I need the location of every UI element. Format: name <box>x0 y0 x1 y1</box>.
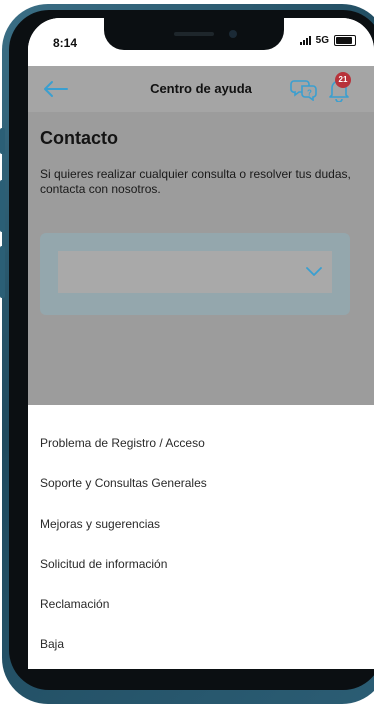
option-soporte[interactable]: Soporte y Consultas Generales <box>40 476 207 490</box>
notch <box>104 18 284 50</box>
option-baja[interactable]: Baja <box>40 637 64 651</box>
chevron-down-icon <box>306 267 322 276</box>
side-button <box>0 128 5 154</box>
status-time: 8:14 <box>53 36 78 50</box>
topic-select[interactable] <box>58 251 332 293</box>
battery-icon <box>334 35 356 46</box>
option-mejoras[interactable]: Mejoras y sugerencias <box>40 517 160 531</box>
status-indicators: 5G <box>299 35 356 46</box>
screen: 8:14 5G Centro de ayuda ? 21 Contacto Si… <box>28 18 374 669</box>
option-reclamacion[interactable]: Reclamación <box>40 597 109 611</box>
speaker <box>174 32 214 36</box>
option-registro-acceso[interactable]: Problema de Registro / Acceso <box>40 436 205 450</box>
camera <box>229 30 237 38</box>
option-informacion[interactable]: Solicitud de información <box>40 557 167 571</box>
chat-help-icon[interactable]: ? <box>290 77 318 101</box>
notification-badge: 21 <box>335 72 351 88</box>
section-heading: Contacto <box>40 128 118 148</box>
signal-icon <box>299 36 311 45</box>
side-button <box>0 246 5 298</box>
contact-section: Contacto Si quieres realizar cualquier c… <box>28 112 374 405</box>
page-title: Centro de ayuda <box>150 81 252 96</box>
svg-text:?: ? <box>307 89 312 98</box>
status-bar: 8:14 5G <box>28 18 374 66</box>
select-container <box>40 233 350 315</box>
app-bar: Centro de ayuda ? 21 <box>28 66 374 112</box>
network-label: 5G <box>315 35 329 46</box>
section-description: Si quieres realizar cualquier consulta o… <box>40 167 351 196</box>
options-sheet: Problema de Registro / Acceso Soporte y … <box>28 405 374 669</box>
phone-mockup: 8:14 5G Centro de ayuda ? 21 Contacto Si… <box>0 0 374 704</box>
side-button <box>0 180 5 232</box>
